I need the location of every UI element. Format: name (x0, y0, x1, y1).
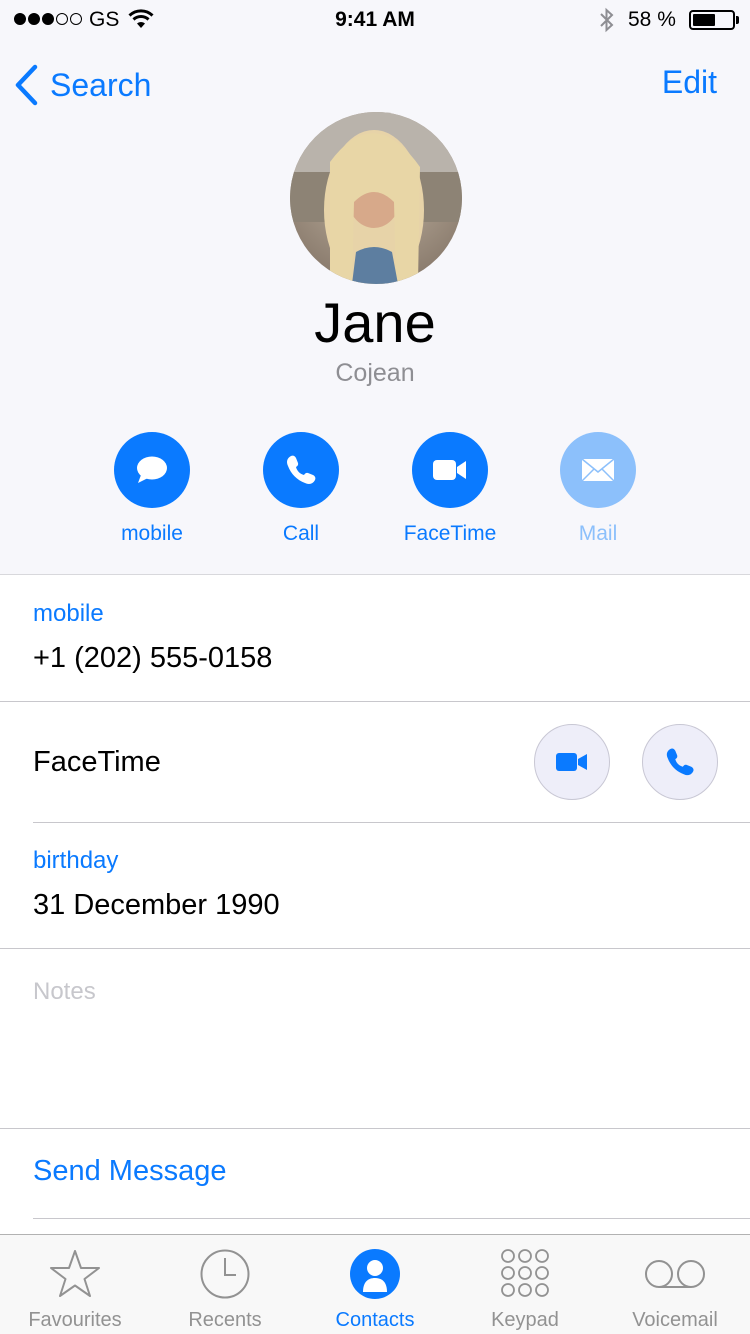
battery-percentage: 58 % (628, 8, 676, 31)
phone-number[interactable]: +1 (202) 555-0158 (33, 642, 272, 675)
phone-icon (287, 455, 316, 484)
tab-label: Keypad (491, 1309, 559, 1331)
star-icon (49, 1248, 101, 1305)
call-action-circle (263, 432, 339, 508)
tab-keypad[interactable]: Keypad (450, 1235, 600, 1334)
clock-icon (199, 1248, 251, 1305)
tab-contacts[interactable]: Contacts (300, 1235, 450, 1334)
birthday-label: birthday (33, 847, 119, 874)
message-action-label: mobile (121, 522, 183, 545)
phone-icon (666, 748, 694, 776)
message-action-circle (114, 432, 190, 508)
keypad-icon (499, 1248, 551, 1305)
notes-field[interactable]: Notes (33, 978, 96, 1006)
phone-row[interactable]: mobile +1 (202) 555-0158 (0, 576, 750, 701)
call-action-label: Call (282, 522, 320, 545)
facetime-action-label: FaceTime (403, 522, 497, 545)
tab-recents[interactable]: Recents (150, 1235, 300, 1334)
birthday-value: 31 December 1990 (33, 889, 280, 921)
mail-action-circle (560, 432, 636, 508)
tab-label: Recents (188, 1309, 262, 1331)
facetime-label: FaceTime (33, 746, 161, 778)
contact-last-name: Cojean (335, 359, 415, 387)
edit-button[interactable]: Edit (662, 64, 717, 101)
status-bar: GS 9:41 AM 58 % (0, 0, 750, 40)
facetime-video-button[interactable] (534, 724, 610, 800)
divider (0, 1128, 750, 1129)
contact-first-name: Jane (314, 291, 436, 354)
tab-bar: Favourites Recents Contacts Keypad Voice… (0, 1234, 750, 1334)
video-camera-icon (433, 460, 466, 480)
send-message-button[interactable]: Send Message (33, 1155, 226, 1188)
mail-action-label: Mail (578, 522, 618, 545)
tab-label: Favourites (28, 1309, 122, 1331)
chevron-left-icon (15, 64, 38, 106)
video-camera-icon (556, 753, 587, 771)
envelope-icon (581, 458, 615, 482)
facetime-action-button[interactable]: FaceTime (380, 432, 520, 546)
birthday-row: birthday 31 December 1990 (0, 823, 750, 948)
voicemail-icon (643, 1248, 707, 1305)
tab-label: Contacts (335, 1309, 415, 1331)
call-action-button[interactable]: Call (231, 432, 371, 546)
battery-icon (689, 10, 735, 30)
facetime-action-circle (412, 432, 488, 508)
divider (33, 1218, 750, 1219)
divider (0, 948, 750, 949)
back-button-label: Search (50, 66, 152, 103)
facetime-audio-button[interactable] (642, 724, 718, 800)
message-action-button[interactable]: mobile (82, 432, 222, 546)
person-icon (349, 1248, 401, 1305)
tab-favourites[interactable]: Favourites (0, 1235, 150, 1334)
bluetooth-icon (598, 7, 616, 39)
tab-voicemail[interactable]: Voicemail (600, 1235, 750, 1334)
message-bubble-icon (137, 456, 167, 483)
mail-action-button[interactable]: Mail (528, 432, 668, 546)
facetime-row: FaceTime (0, 702, 750, 822)
back-button[interactable]: Search (14, 62, 151, 108)
battery-tip (736, 16, 739, 24)
tab-label: Voicemail (632, 1309, 718, 1331)
avatar (290, 112, 462, 284)
phone-label: mobile (33, 600, 104, 627)
